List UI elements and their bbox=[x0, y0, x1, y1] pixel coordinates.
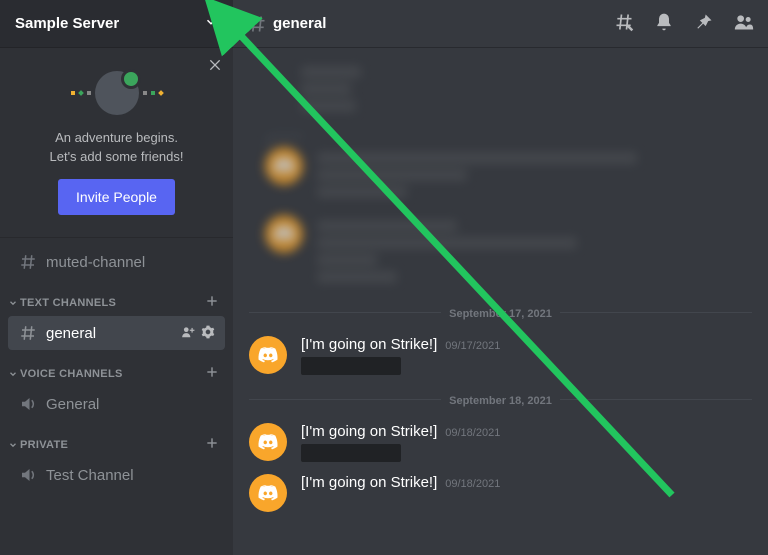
discord-avatar-icon bbox=[265, 215, 303, 253]
redacted-content bbox=[301, 357, 401, 375]
chevron-down-icon bbox=[8, 298, 18, 308]
category-label: PRIVATE bbox=[20, 439, 68, 451]
add-channel-icon[interactable] bbox=[205, 365, 219, 382]
discord-avatar-icon bbox=[265, 147, 303, 185]
message-author[interactable]: [I'm going on Strike!] bbox=[301, 423, 437, 440]
create-invite-icon[interactable] bbox=[181, 325, 195, 342]
threads-icon[interactable] bbox=[614, 12, 634, 35]
channel-general[interactable]: general bbox=[8, 316, 225, 350]
channel-voice-general[interactable]: General bbox=[8, 387, 225, 421]
chevron-down-icon bbox=[8, 369, 18, 379]
pin-icon[interactable] bbox=[694, 12, 714, 35]
message-row[interactable]: [I'm going on Strike!] 09/18/2021 bbox=[233, 417, 768, 468]
channel-sidebar: Sample Server An adventure begins. Let's… bbox=[0, 0, 233, 555]
message-row[interactable]: [I'm going on Strike!] 09/17/2021 bbox=[233, 330, 768, 381]
hash-icon bbox=[18, 253, 38, 271]
discord-avatar-icon bbox=[249, 423, 287, 461]
hash-icon bbox=[18, 324, 38, 342]
category-private[interactable]: PRIVATE bbox=[0, 422, 233, 457]
message-date: 09/18/2021 bbox=[445, 478, 500, 490]
speaker-icon bbox=[18, 395, 38, 413]
date-divider: September 18, 2021 bbox=[249, 391, 752, 407]
category-label: TEXT CHANNELS bbox=[20, 297, 116, 309]
welcome-art bbox=[10, 65, 223, 121]
channel-list: muted-channel TEXT CHANNELS general bbox=[0, 238, 233, 555]
channel-label: general bbox=[46, 325, 96, 342]
chevron-down-icon bbox=[204, 15, 218, 33]
server-header[interactable]: Sample Server bbox=[0, 0, 233, 47]
welcome-card: An adventure begins. Let's add some frie… bbox=[0, 47, 233, 238]
channel-test[interactable]: Test Channel bbox=[8, 458, 225, 492]
welcome-line1: An adventure begins. bbox=[10, 129, 223, 146]
chat-header: general bbox=[233, 0, 768, 47]
gear-icon[interactable] bbox=[201, 325, 215, 342]
category-text-channels[interactable]: TEXT CHANNELS bbox=[0, 280, 233, 315]
members-icon[interactable] bbox=[734, 12, 754, 35]
welcome-line2: Let's add some friends! bbox=[10, 148, 223, 165]
discord-avatar-icon bbox=[249, 474, 287, 512]
add-channel-icon[interactable] bbox=[205, 436, 219, 453]
redacted-messages bbox=[233, 57, 768, 294]
message-row[interactable]: [I'm going on Strike!] 09/18/2021 bbox=[233, 468, 768, 518]
date-divider: September 17, 2021 bbox=[249, 304, 752, 320]
channel-label: General bbox=[46, 396, 99, 413]
message-list: September 17, 2021 [I'm going on Strike!… bbox=[233, 47, 768, 555]
chat-title: general bbox=[273, 15, 326, 32]
invite-people-button[interactable]: Invite People bbox=[58, 179, 175, 215]
discord-avatar-icon bbox=[249, 336, 287, 374]
redacted-content bbox=[301, 444, 401, 462]
channel-label: muted-channel bbox=[46, 254, 145, 271]
message-author[interactable]: [I'm going on Strike!] bbox=[301, 474, 437, 491]
channel-label: Test Channel bbox=[46, 467, 134, 484]
bell-icon[interactable] bbox=[654, 12, 674, 35]
message-author[interactable]: [I'm going on Strike!] bbox=[301, 336, 437, 353]
server-name: Sample Server bbox=[15, 15, 119, 32]
add-channel-icon[interactable] bbox=[205, 294, 219, 311]
message-date: 09/18/2021 bbox=[445, 427, 500, 439]
message-date: 09/17/2021 bbox=[445, 340, 500, 352]
category-label: VOICE CHANNELS bbox=[20, 368, 123, 380]
close-icon[interactable] bbox=[207, 57, 223, 78]
hash-icon bbox=[247, 13, 267, 35]
chevron-down-icon bbox=[8, 440, 18, 450]
speaker-icon bbox=[18, 466, 38, 484]
channel-muted[interactable]: muted-channel bbox=[8, 245, 225, 279]
avatar-placeholder-icon bbox=[95, 71, 139, 115]
chat-panel: general bbox=[233, 0, 768, 555]
category-voice-channels[interactable]: VOICE CHANNELS bbox=[0, 351, 233, 386]
